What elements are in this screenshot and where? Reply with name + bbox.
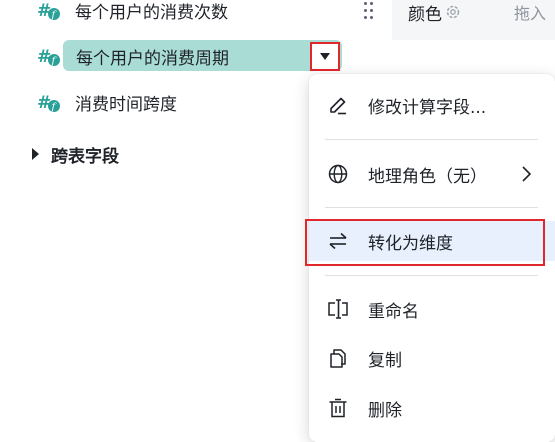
drop-zone-hint: 拖入: [514, 4, 547, 23]
copy-icon: [327, 347, 349, 369]
group-label: 跨表字段: [51, 146, 119, 167]
field-label: 每个用户的消费周期: [76, 49, 229, 69]
menu-divider: [325, 207, 538, 208]
field-icon-row: # f: [37, 41, 61, 71]
menu-item-copy[interactable]: 复制: [309, 338, 555, 378]
field-item-time-span[interactable]: # f 消费时间跨度: [37, 87, 177, 117]
menu-item-label: 删除: [368, 400, 402, 421]
calculated-measure-icon: # f: [37, 0, 61, 21]
cross-table-fields-group[interactable]: 跨表字段: [32, 140, 119, 168]
field-label: 每个用户的消费次数: [75, 2, 228, 23]
panel-resize-handle[interactable]: [364, 0, 374, 24]
trash-icon: [327, 397, 349, 419]
gear-icon[interactable]: [445, 4, 461, 20]
menu-divider: [325, 139, 538, 140]
caret-right-icon: [32, 148, 39, 160]
menu-item-label: 地理角色（无）: [368, 166, 487, 187]
highlight-outline: [305, 219, 545, 266]
menu-item-delete[interactable]: 删除: [309, 388, 555, 428]
globe-icon: [327, 163, 349, 185]
color-shelf-label: 颜色: [408, 0, 461, 25]
menu-item-label: 重命名: [368, 301, 419, 322]
chevron-right-icon: [519, 165, 533, 183]
caret-down-icon: [320, 53, 330, 60]
menu-item-label: 复制: [368, 350, 402, 371]
rename-cursor-icon: [327, 298, 349, 320]
field-item-consumption-count[interactable]: # f 每个用户的消费次数: [37, 0, 228, 25]
menu-item-geographic-role[interactable]: 地理角色（无）: [309, 154, 555, 194]
menu-divider: [325, 275, 538, 276]
pencil-icon: [327, 94, 349, 116]
field-dropdown-button[interactable]: [310, 42, 340, 71]
field-label: 消费时间跨度: [75, 94, 177, 115]
field-item-consumption-cycle[interactable]: 每个用户的消费周期: [63, 40, 342, 71]
calculated-measure-icon: # f: [37, 91, 61, 113]
menu-item-rename[interactable]: 重命名: [309, 289, 555, 329]
color-label-text: 颜色: [408, 4, 442, 25]
menu-item-edit-calculated-field[interactable]: 修改计算字段...: [309, 85, 555, 125]
menu-item-label: 修改计算字段...: [368, 97, 487, 118]
calculated-measure-icon: # f: [37, 45, 61, 67]
